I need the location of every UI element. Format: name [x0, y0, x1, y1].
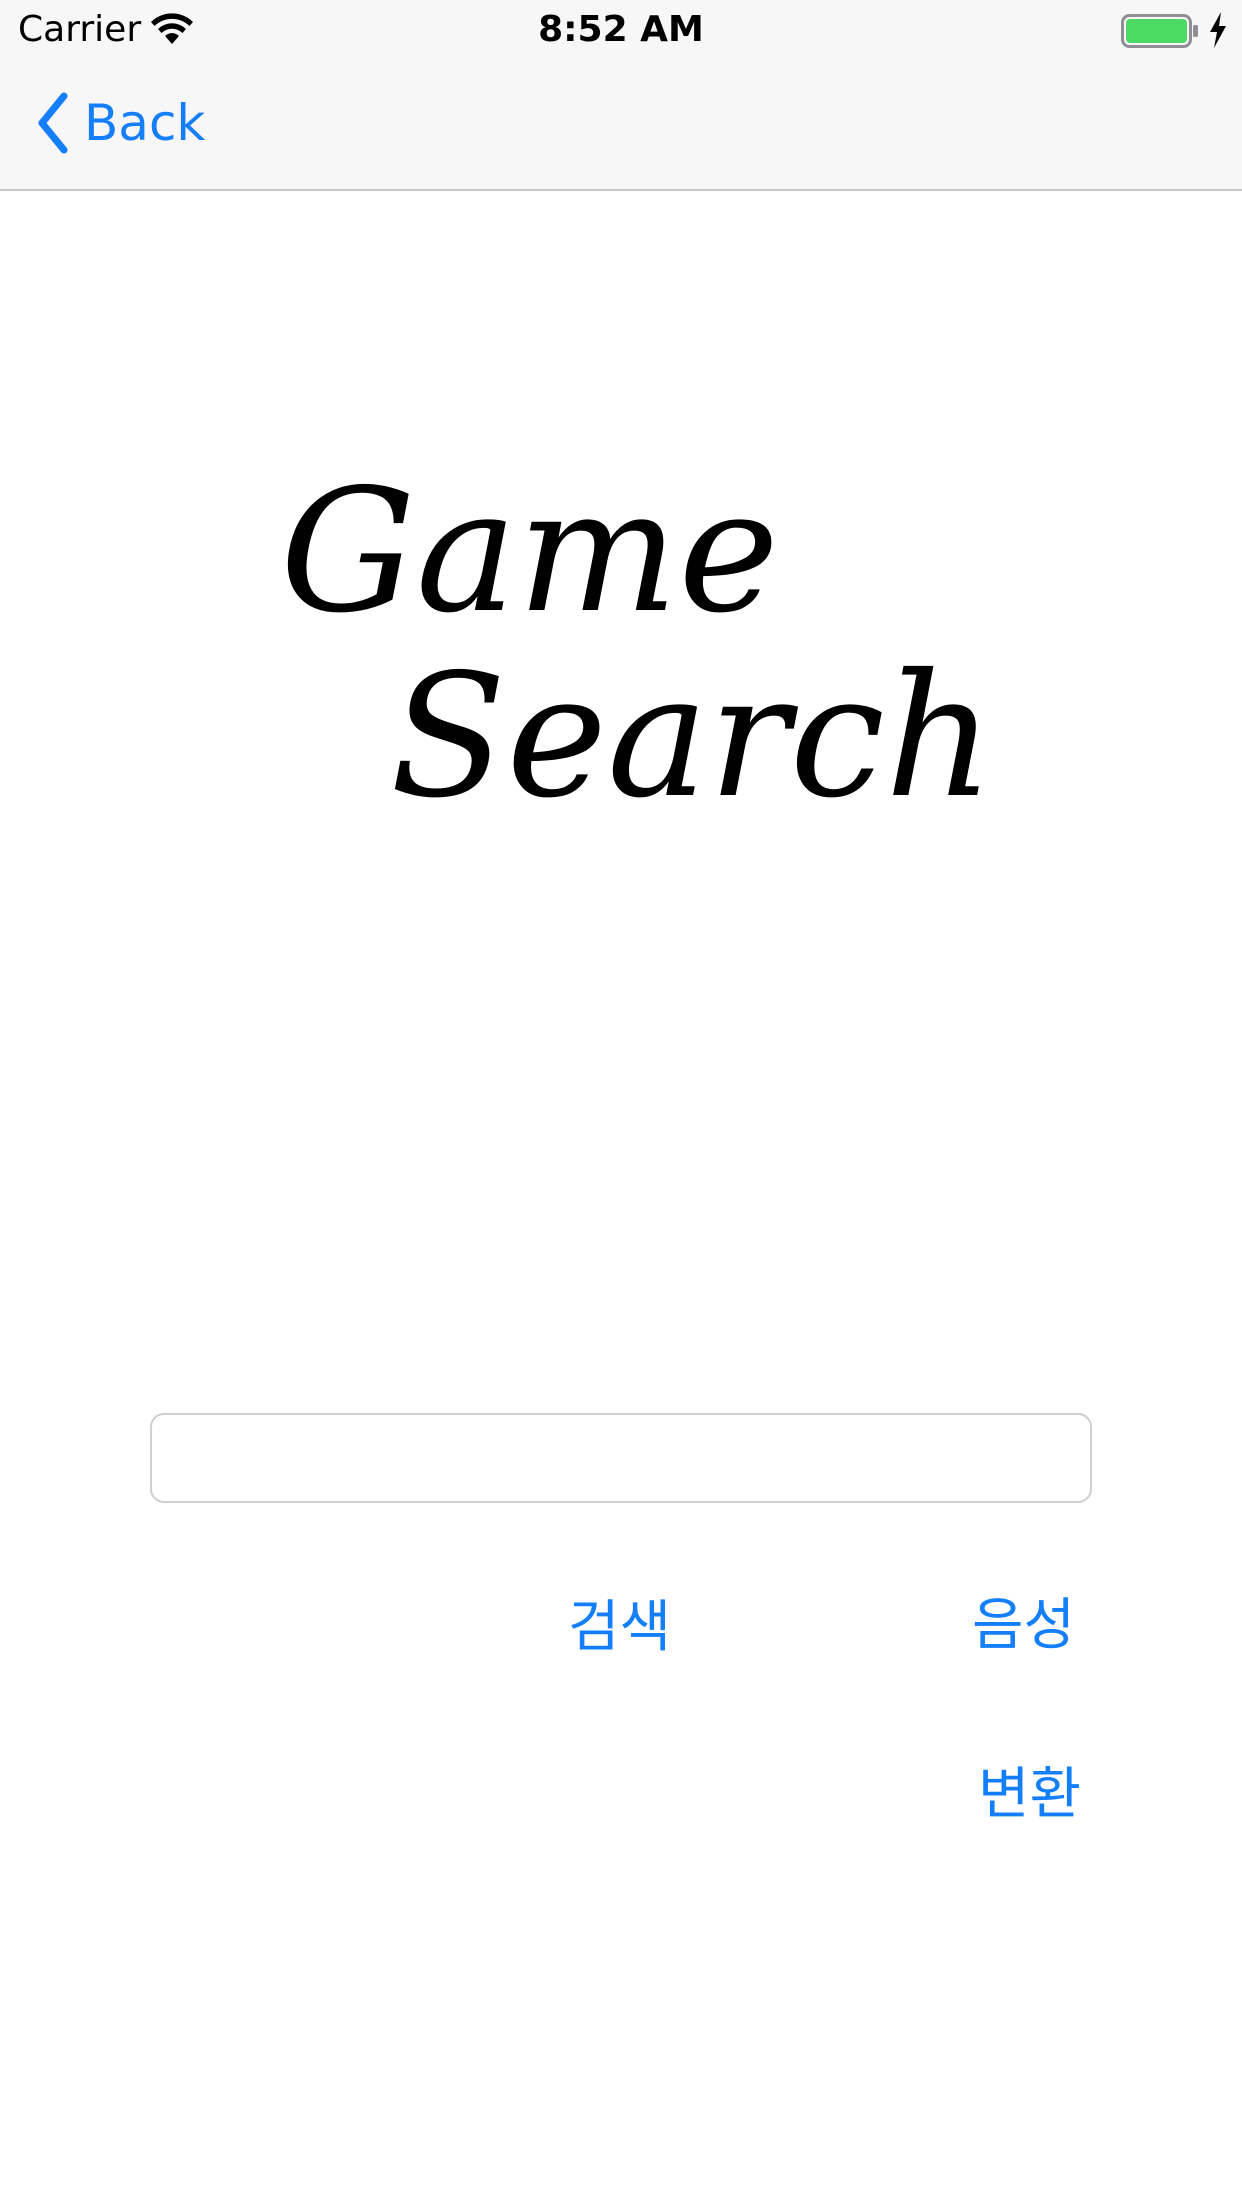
battery-full-icon: [1121, 14, 1198, 48]
charging-bolt-icon: [1210, 12, 1226, 48]
status-bar: Carrier 8:52 AM: [0, 0, 1242, 60]
logo-line-1: Game: [280, 453, 779, 651]
screen: Carrier 8:52 AM Back Game Search 검색 음성 변…: [0, 0, 1242, 2208]
game-search-logo: Game Search: [280, 453, 990, 820]
search-input[interactable]: [150, 1413, 1092, 1503]
chevron-left-icon: [38, 92, 68, 154]
voice-button[interactable]: 음성: [972, 1588, 1075, 1664]
convert-button[interactable]: 변환: [978, 1757, 1081, 1833]
top-bar: Carrier 8:52 AM Back: [0, 0, 1242, 191]
logo-line-2: Search: [390, 638, 990, 820]
back-button[interactable]: Back: [34, 90, 205, 156]
back-label: Back: [84, 94, 206, 152]
navigation-bar: Back: [0, 60, 1242, 191]
search-button[interactable]: 검색: [568, 1590, 671, 1666]
status-time: 8:52 AM: [538, 9, 704, 50]
